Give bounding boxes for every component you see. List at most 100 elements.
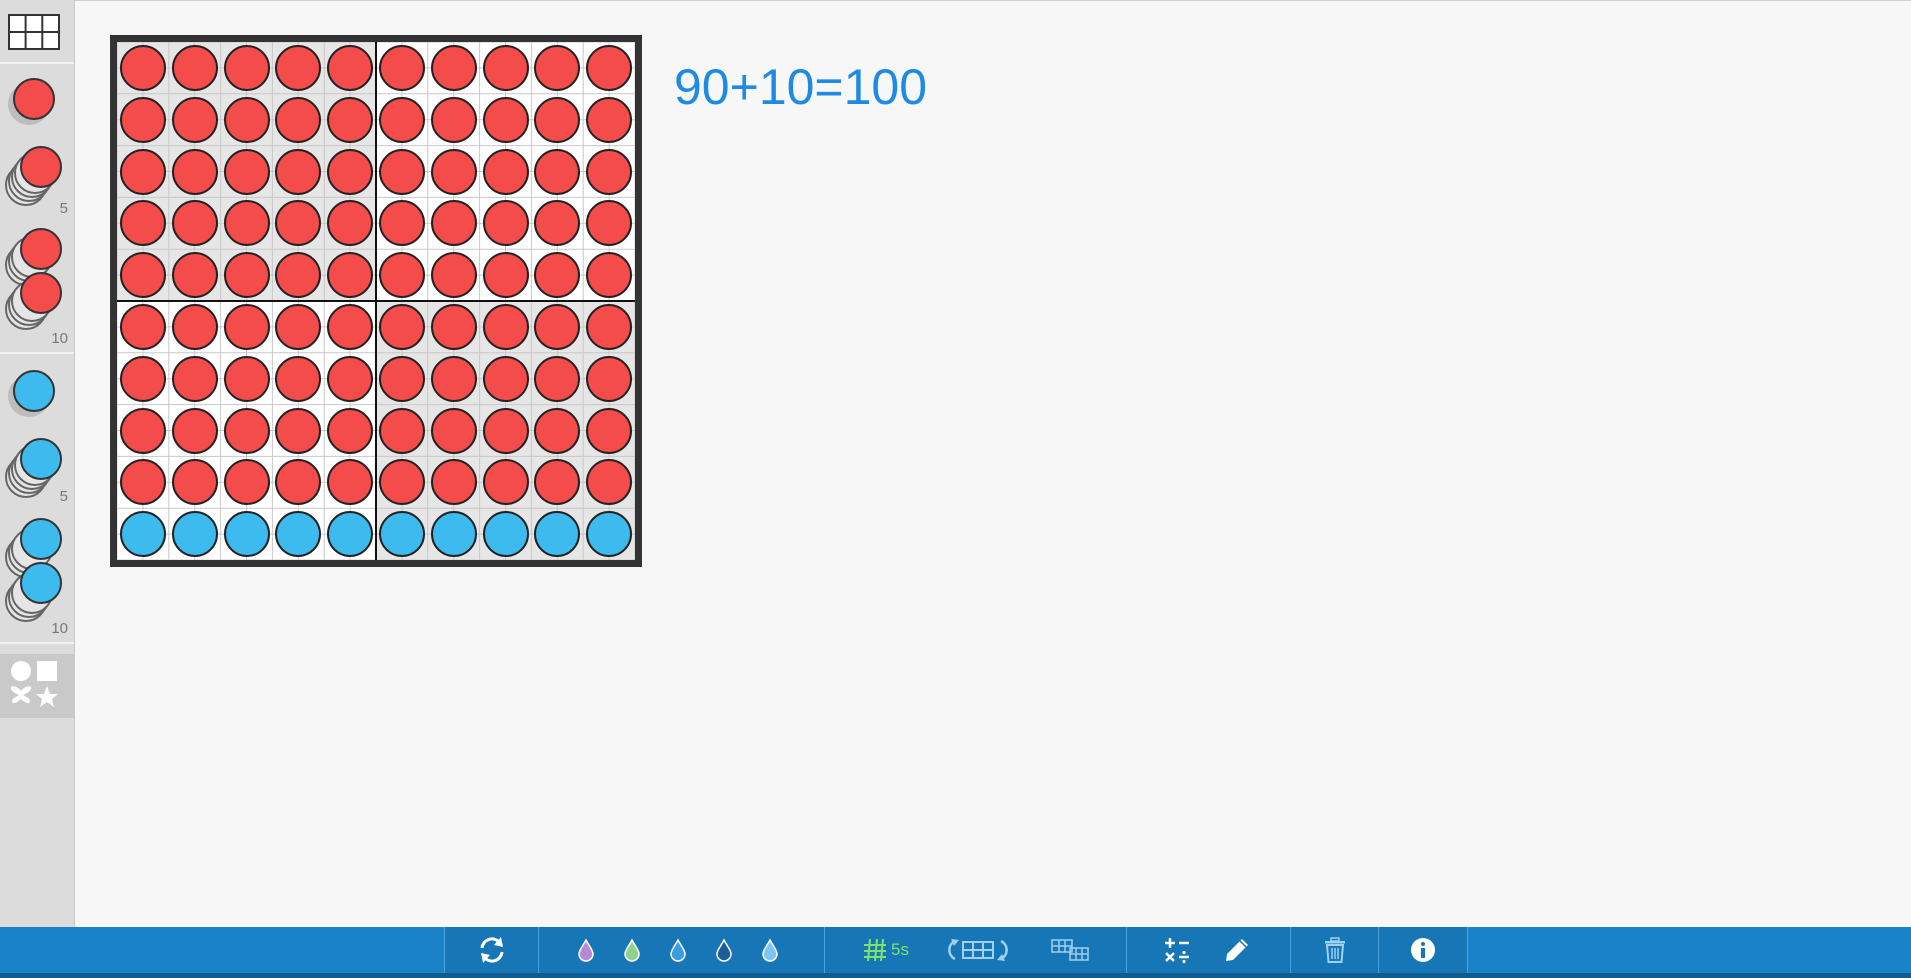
- frame-layout-button[interactable]: [1043, 932, 1097, 968]
- red-counter[interactable]: [378, 303, 425, 350]
- blue-drop-button[interactable]: [665, 932, 691, 968]
- red-counter[interactable]: [482, 355, 529, 402]
- red-counter[interactable]: [275, 200, 322, 247]
- red-counter[interactable]: [327, 407, 374, 454]
- red-counter[interactable]: [223, 44, 270, 91]
- red-counter[interactable]: [327, 459, 374, 506]
- refresh-button[interactable]: [473, 932, 511, 968]
- red-counter[interactable]: [171, 200, 218, 247]
- red-counter[interactable]: [223, 407, 270, 454]
- red-counter[interactable]: [586, 459, 633, 506]
- red-counter[interactable]: [586, 355, 633, 402]
- rotate-frame-button[interactable]: [943, 932, 1013, 968]
- grid-toggle-button[interactable]: 5s: [855, 932, 917, 968]
- red-counter[interactable]: [482, 459, 529, 506]
- blue-counter[interactable]: [378, 511, 425, 558]
- red-counter[interactable]: [534, 200, 581, 247]
- red-counter[interactable]: [586, 44, 633, 91]
- red-counter[interactable]: [430, 200, 477, 247]
- red-counter[interactable]: [119, 252, 166, 299]
- red-counter[interactable]: [171, 303, 218, 350]
- red-counter[interactable]: [119, 459, 166, 506]
- blue-counter-icon[interactable]: [0, 366, 74, 418]
- red-counter[interactable]: [171, 148, 218, 195]
- red-counter[interactable]: [327, 252, 374, 299]
- red-counter[interactable]: [223, 96, 270, 143]
- red-counter[interactable]: [275, 303, 322, 350]
- red-counter[interactable]: [171, 407, 218, 454]
- red-counter[interactable]: [430, 96, 477, 143]
- blue-counter-stack-icon[interactable]: 5: [0, 434, 74, 514]
- ten-frame-grid-icon[interactable]: [8, 14, 60, 50]
- red-counter[interactable]: [482, 96, 529, 143]
- red-counter[interactable]: [119, 44, 166, 91]
- red-counter[interactable]: [482, 148, 529, 195]
- red-counter[interactable]: [534, 355, 581, 402]
- red-counter[interactable]: [378, 44, 425, 91]
- red-counter[interactable]: [378, 407, 425, 454]
- red-counter[interactable]: [327, 148, 374, 195]
- red-counter[interactable]: [534, 459, 581, 506]
- red-counter[interactable]: [482, 407, 529, 454]
- red-counter[interactable]: [119, 407, 166, 454]
- red-counter[interactable]: [482, 44, 529, 91]
- red-counter[interactable]: [534, 96, 581, 143]
- red-counter[interactable]: [119, 355, 166, 402]
- red-counter[interactable]: [275, 252, 322, 299]
- red-counter-stack-icon[interactable]: 5: [0, 144, 74, 224]
- red-counter[interactable]: [275, 96, 322, 143]
- red-counter[interactable]: [586, 200, 633, 247]
- red-counter[interactable]: [119, 148, 166, 195]
- blue-counter[interactable]: [171, 511, 218, 558]
- red-counter[interactable]: [171, 252, 218, 299]
- red-counter[interactable]: [327, 96, 374, 143]
- pencil-button[interactable]: [1219, 932, 1255, 968]
- navy-drop-button[interactable]: [711, 932, 737, 968]
- red-counter[interactable]: [482, 303, 529, 350]
- red-counter[interactable]: [327, 200, 374, 247]
- red-counter[interactable]: [534, 44, 581, 91]
- info-button[interactable]: [1405, 932, 1441, 968]
- red-counter[interactable]: [378, 252, 425, 299]
- red-counter[interactable]: [430, 44, 477, 91]
- red-counter[interactable]: [223, 355, 270, 402]
- red-counter[interactable]: [430, 252, 477, 299]
- red-counter-double-stack-icon[interactable]: 10: [0, 224, 74, 347]
- red-counter[interactable]: [430, 459, 477, 506]
- red-counter[interactable]: [534, 407, 581, 454]
- hundred-frame-board[interactable]: [110, 35, 642, 567]
- red-counter[interactable]: [119, 96, 166, 143]
- equation-text[interactable]: 90+10=100: [674, 58, 927, 116]
- red-counter[interactable]: [119, 200, 166, 247]
- red-counter[interactable]: [275, 355, 322, 402]
- blue-counter[interactable]: [327, 511, 374, 558]
- red-counter[interactable]: [378, 355, 425, 402]
- blue-counter-double-stack-icon[interactable]: 10: [0, 514, 74, 637]
- red-counter[interactable]: [482, 200, 529, 247]
- red-counter[interactable]: [171, 459, 218, 506]
- red-counter[interactable]: [378, 200, 425, 247]
- red-counter[interactable]: [586, 407, 633, 454]
- red-counter[interactable]: [223, 148, 270, 195]
- operations-button[interactable]: [1159, 932, 1195, 968]
- red-counter[interactable]: [586, 303, 633, 350]
- blue-counter[interactable]: [482, 511, 529, 558]
- red-counter[interactable]: [378, 96, 425, 143]
- red-counter[interactable]: [275, 407, 322, 454]
- red-counter[interactable]: [171, 96, 218, 143]
- blue-counter[interactable]: [586, 511, 633, 558]
- shapes-button[interactable]: [0, 654, 74, 718]
- red-counter[interactable]: [223, 252, 270, 299]
- red-counter[interactable]: [327, 355, 374, 402]
- red-counter[interactable]: [534, 252, 581, 299]
- red-counter[interactable]: [378, 148, 425, 195]
- red-counter[interactable]: [430, 303, 477, 350]
- red-counter[interactable]: [275, 148, 322, 195]
- red-counter[interactable]: [430, 148, 477, 195]
- red-counter[interactable]: [223, 303, 270, 350]
- red-counter[interactable]: [275, 459, 322, 506]
- red-counter-icon[interactable]: [0, 76, 74, 128]
- red-counter[interactable]: [171, 44, 218, 91]
- blue-counter[interactable]: [119, 511, 166, 558]
- red-counter[interactable]: [430, 407, 477, 454]
